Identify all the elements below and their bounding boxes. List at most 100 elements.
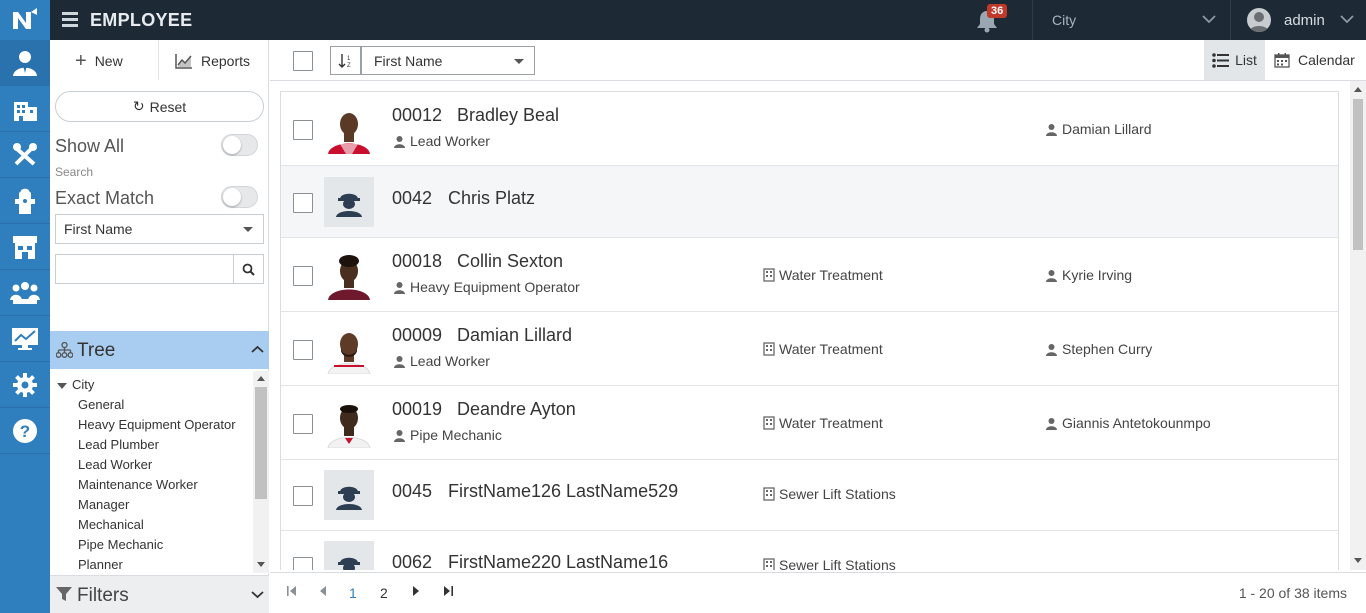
- reset-button[interactable]: ↻ Reset: [55, 91, 264, 122]
- list-item[interactable]: 0042 Chris Platz: [281, 166, 1338, 238]
- row-checkbox[interactable]: [293, 266, 313, 286]
- employee-photo: [324, 324, 374, 374]
- chevron-down-icon[interactable]: [251, 590, 264, 599]
- tree-node[interactable]: General: [78, 397, 124, 412]
- employee-role-label: Lead Worker: [410, 133, 490, 149]
- tree-node[interactable]: Manager: [78, 497, 129, 512]
- page-number[interactable]: 2: [380, 585, 388, 601]
- tree-node[interactable]: Heavy Equipment Operator: [78, 417, 236, 432]
- caret-down-icon[interactable]: [57, 382, 67, 389]
- employee-photo-placeholder: [324, 177, 374, 227]
- reports-button-label: Reports: [201, 53, 251, 69]
- row-checkbox[interactable]: [293, 193, 313, 213]
- tree-node[interactable]: Lead Worker: [78, 457, 152, 472]
- tree-panel-header[interactable]: Tree: [50, 331, 269, 369]
- scrollbar-thumb[interactable]: [255, 387, 267, 499]
- search-field-value: First Name: [64, 221, 133, 237]
- person-icon: [1046, 417, 1057, 430]
- row-checkbox[interactable]: [293, 557, 313, 570]
- user-avatar[interactable]: [1247, 8, 1271, 32]
- tree-node[interactable]: Pipe Mechanic: [78, 537, 163, 552]
- tree-scrollbar[interactable]: [253, 371, 269, 573]
- user-name[interactable]: admin: [1284, 12, 1325, 29]
- reports-button[interactable]: Reports: [175, 50, 250, 72]
- employee-name[interactable]: Chris Platz: [448, 188, 535, 209]
- page-title: EMPLOYEE: [90, 10, 193, 30]
- sort-field-select[interactable]: First Name: [361, 46, 535, 75]
- menu-toggle-icon[interactable]: [62, 12, 78, 28]
- building-icon: [763, 342, 775, 356]
- worker-avatar-icon: [336, 486, 362, 510]
- scroll-down-arrow-icon[interactable]: [257, 562, 265, 568]
- store-icon[interactable]: [0, 224, 50, 270]
- topbar-divider: [1230, 0, 1231, 40]
- tree-node[interactable]: Lead Plumber: [78, 437, 159, 452]
- employee-id: 0045: [392, 481, 433, 501]
- list-scrollbar[interactable]: [1350, 81, 1366, 570]
- building-icon: [763, 416, 775, 430]
- list-item[interactable]: 00009 Damian Lillard Lead Worker Water T…: [281, 312, 1338, 386]
- employee-name[interactable]: Deandre Ayton: [457, 399, 576, 420]
- scroll-down-arrow-icon[interactable]: [1354, 558, 1362, 564]
- search-input[interactable]: [55, 254, 264, 284]
- employee-module-icon[interactable]: [0, 40, 50, 86]
- next-page-icon[interactable]: [412, 585, 420, 597]
- calendar-view-button[interactable]: Calendar: [1274, 40, 1355, 80]
- row-checkbox[interactable]: [293, 120, 313, 140]
- team-meeting-icon[interactable]: [0, 270, 50, 316]
- row-checkbox[interactable]: [293, 414, 313, 434]
- tree-node[interactable]: Planner: [78, 557, 123, 572]
- last-page-icon[interactable]: [443, 585, 454, 597]
- row-checkbox[interactable]: [293, 486, 313, 506]
- search-field-select[interactable]: First Name: [55, 214, 264, 244]
- monitor-chart-icon[interactable]: [0, 316, 50, 362]
- employee-name[interactable]: FirstName220 LastName16: [448, 552, 668, 570]
- help-icon[interactable]: ?: [0, 408, 50, 454]
- list-item[interactable]: 00019 Deandre Ayton Pipe Mechanic Water …: [281, 386, 1338, 460]
- topbar-divider: [1032, 0, 1033, 40]
- notifications-badge: 36: [987, 4, 1008, 18]
- first-page-icon[interactable]: [286, 585, 297, 597]
- employee-role: Pipe Mechanic: [393, 427, 502, 443]
- svg-text:Z: Z: [347, 63, 351, 69]
- tree-node-root[interactable]: City: [57, 377, 94, 392]
- settings-gear-icon[interactable]: [0, 362, 50, 408]
- scroll-up-arrow-icon[interactable]: [257, 375, 265, 381]
- hydrant-icon[interactable]: [0, 178, 50, 224]
- tree-node[interactable]: Maintenance Worker: [78, 477, 198, 492]
- list-view-button[interactable]: List: [1204, 40, 1265, 80]
- app-logo[interactable]: [0, 0, 50, 40]
- page-number-current[interactable]: 1: [349, 585, 357, 601]
- search-button[interactable]: [233, 255, 263, 283]
- chevron-down-icon[interactable]: [1202, 14, 1216, 24]
- scrollbar-thumb[interactable]: [1353, 99, 1363, 250]
- employee-name[interactable]: Bradley Beal: [457, 105, 559, 126]
- building-icon[interactable]: [0, 86, 50, 132]
- list-item[interactable]: 0062 FirstName220 LastName16 Sewer Lift …: [281, 531, 1338, 570]
- employee-name[interactable]: Collin Sexton: [457, 251, 563, 272]
- new-button[interactable]: + New: [75, 50, 123, 72]
- scroll-up-arrow-icon[interactable]: [1354, 86, 1362, 92]
- list-item[interactable]: 0045 FirstName126 LastName529 Sewer Lift…: [281, 460, 1338, 531]
- list-item[interactable]: 00018 Collin Sexton Heavy Equipment Oper…: [281, 238, 1338, 312]
- employee-photo-placeholder: [324, 541, 374, 570]
- list-item[interactable]: 00012 Bradley Beal Lead Worker Damian Li…: [281, 92, 1338, 166]
- tools-icon[interactable]: [0, 132, 50, 178]
- employee-photo: [324, 250, 374, 300]
- filters-panel-header[interactable]: Filters: [50, 575, 269, 613]
- previous-page-icon[interactable]: [319, 585, 327, 597]
- sort-direction-button[interactable]: 1Z: [330, 46, 361, 75]
- employee-name[interactable]: Damian Lillard: [457, 325, 572, 346]
- supervisor-name: Giannis Antetokounmpo: [1062, 415, 1211, 431]
- select-all-checkbox[interactable]: [293, 51, 313, 71]
- employee-supervisor: Stephen Curry: [1045, 341, 1152, 357]
- show-all-toggle[interactable]: [221, 134, 258, 156]
- exact-match-toggle[interactable]: [221, 186, 258, 208]
- chevron-down-icon[interactable]: [1340, 14, 1354, 24]
- tree-node[interactable]: Mechanical: [78, 517, 144, 532]
- chevron-up-icon[interactable]: [251, 345, 264, 354]
- row-checkbox[interactable]: [293, 340, 313, 360]
- filter-funnel-icon: [56, 587, 72, 601]
- employee-name[interactable]: FirstName126 LastName529: [448, 481, 678, 502]
- city-select[interactable]: City: [1052, 12, 1076, 28]
